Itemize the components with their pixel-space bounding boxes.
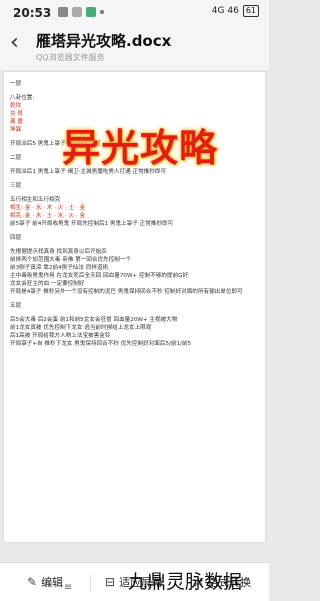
document-line: 后5会大毒 后2会蛋 前1和前5龙女会狂冒 回血量20W+ 主视被大物 [10,317,178,323]
document-line: 前排两个加范围大毒 亲佛 第一回合优先控制一个 [10,257,132,263]
notification-icon [58,7,68,17]
document-line: 开局是4箓子 推秒另外一个没有控制的泥巴 男鬼保持回合不秒 控制好对面的所有输出… [10,289,243,295]
status-right: 4G 46 61 [212,5,259,17]
app-header: ‹ 雁塔异光攻略.docx QQ浏览器文件服务 [0,24,269,70]
document-line: 前5箓子 前4开局收男鬼 开局先控制后1 男鬼上箓子 正常推秒即可 [10,221,174,227]
document-line: 一层 [10,81,22,87]
document-source: QQ浏览器文件服务 [36,53,105,62]
notification-icon [72,7,82,17]
more-dot-icon [100,10,104,14]
document-line: 四层 [10,235,22,241]
notification-icon [86,7,96,17]
document-line: 相克: 金 · 木 · 土 · 水 · 火 · 金 [10,213,86,219]
document-line: 前3侧子真谛 靠2前4侧子仙法 同样道術 [10,265,109,271]
document-page[interactable]: 一层 八卦位置: 乾坎 兑 艮 离 震 坤巽 开局派后5 男鬼上箓子 正常推秒即可二… [4,72,265,542]
signal-icon: 4G 46 [211,6,239,16]
overlay-title: 异光攻略 [62,126,219,170]
clock: 20:53 [13,6,52,20]
edit-label: 编辑 [41,576,64,589]
battery-icon: 61 [242,5,259,17]
status-bar: 20:53 4G 46 61 [0,0,269,24]
document-line: 前1龙女真被 优先控制下龙女 逃当前时候给上龙女上限观 [10,325,152,331]
fit-screen-icon: ⊟ [105,575,116,589]
watermark: 九鼎灵脉数据 [128,571,243,593]
document-line: 八卦位置: [10,95,35,101]
document-line: 五行相生和五行相克 [10,197,61,203]
document-title: 雁塔异光攻略.docx [36,32,172,50]
document-line: 后1高被 开局给我方人物上法宝被害金铃 [10,333,111,339]
document-line: 乾坎 [10,103,22,109]
chevron-left-icon[interactable]: ‹ [10,32,19,54]
divider [90,575,91,591]
edit-button[interactable]: ✎ 编辑 [27,571,63,593]
document-line: 主中毒吸男鬼作用 在龙女死后全天回 回血量70W+ 控制不够的提前G好 [10,273,189,279]
document-line: 五层 [10,303,22,309]
edit-icon: ✎ [27,575,38,589]
document-line: 相生: 金 · 水 · 木 · 火 · 土 · 金 [10,205,86,211]
document-line: 三层 [10,183,22,189]
document-line: 开局箓子+自 推秒下龙女 男鬼保持回合不秒 优先控制好对面后5/前1/前5 [10,341,192,347]
home-bar-icon[interactable]: ≡ [64,582,72,593]
document-line: 龙女会狂主的血 一定要控制好 [10,281,85,287]
document-line: 先根据提示找真身 找到真身以后开始杀 [10,249,107,255]
